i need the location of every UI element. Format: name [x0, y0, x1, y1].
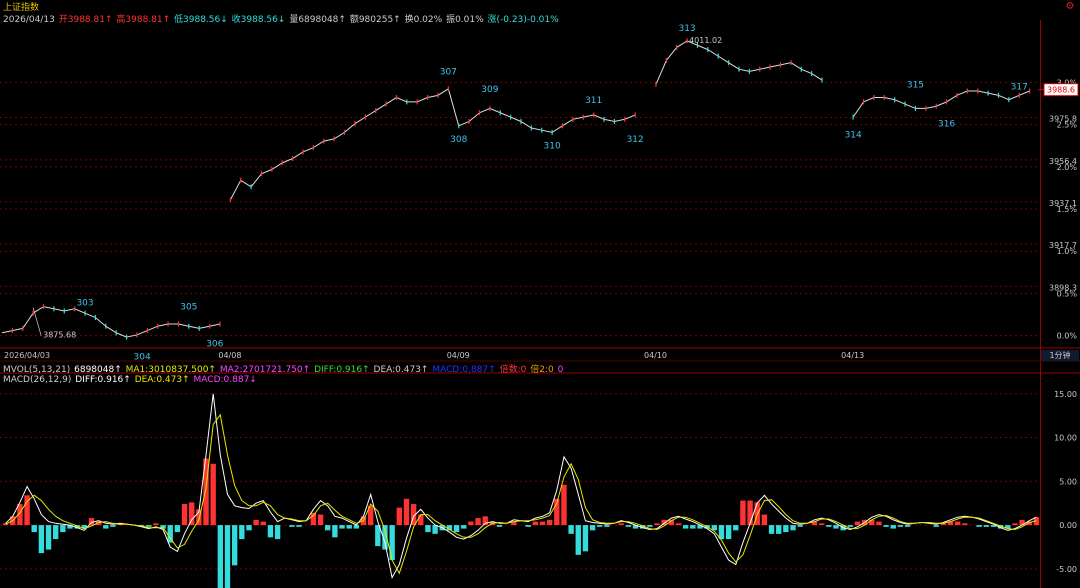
price-wave-label: 306	[206, 340, 223, 350]
price-wave-label: 317	[1011, 83, 1028, 93]
quote-info-bar: 2026/04/13 开3988.81↑ 高3988.81↑ 低3988.56↓…	[3, 12, 560, 25]
quote-amplitude: 振0.01%	[446, 15, 484, 25]
price-line	[1, 40, 1030, 338]
percent-axis-tick: 0.5%	[1057, 289, 1078, 298]
current-price-tag: 3988.6	[1047, 86, 1075, 95]
quote-open: 开3988.81↑	[58, 15, 113, 25]
macd-label: MACD(26,12,9)	[3, 375, 72, 385]
low-price-leader	[32, 307, 42, 336]
quote-amount: 额980255↑	[349, 15, 401, 25]
price-wave-label: 305	[180, 303, 197, 313]
time-unit-tag[interactable]: 1分钟	[1041, 350, 1079, 361]
macd-axis-tick: -5.00	[1056, 565, 1077, 574]
price-wave-label: 313	[678, 24, 695, 34]
chart-canvas[interactable]: 3898.33917.73937.13956.43975.80.0%0.5%1.…	[0, 0, 1080, 588]
price-wave-label: 315	[907, 81, 924, 91]
price-wave-label: 307	[440, 67, 457, 77]
price-wave-label: 316	[938, 120, 955, 130]
mvol-indicator-bar: MVOL(5,13,21) 6898048↑ MA1:3010837.500↑ …	[3, 362, 564, 375]
quote-change: 涨(-0.23)-0.01%	[487, 15, 559, 25]
mvol-macd: MACD:0.887↑	[432, 365, 496, 375]
stock-chart-window: 3898.3 3917.7 3937.1 3956.4 3975.8 0.0% 0.5% 1.…	[0, 0, 1080, 588]
date-axis-label: 04/10	[644, 351, 667, 360]
low-price-label: 3875.68	[43, 331, 76, 340]
macd-dea: DEA:0.473↑	[134, 375, 190, 385]
date-axis-label: 04/13	[841, 351, 864, 360]
percent-axis-tick: 1.0%	[1057, 247, 1078, 256]
price-wave-label: 309	[481, 85, 498, 95]
percent-axis-tick: 2.5%	[1057, 121, 1078, 130]
diff-line	[5, 393, 1037, 580]
high-price-leader	[680, 40, 688, 46]
dea-line	[5, 413, 1037, 575]
price-wave-label: 310	[544, 141, 561, 151]
percent-axis-tick: 0.0%	[1057, 332, 1078, 341]
price-wave-label: 314	[845, 130, 862, 140]
quote-low: 低3988.56↓	[174, 15, 228, 25]
mvol-vol: 6898048↑	[74, 365, 122, 375]
quote-volume: 量6898048↑	[289, 15, 346, 25]
quote-close: 收3988.56↓	[231, 15, 286, 25]
mvol-diff: DIFF:0.916↑	[314, 365, 370, 375]
price-wave-label: 312	[627, 135, 644, 145]
percent-axis-tick: 2.0%	[1057, 163, 1078, 172]
date-axis-label: 04/09	[447, 351, 470, 360]
mvol-ma1: MA1:3010837.500↑	[125, 365, 216, 375]
date-axis-label: 04/08	[218, 351, 241, 360]
macd-axis-tick: 15.00	[1054, 390, 1077, 399]
mvol-zero: 0	[557, 365, 564, 375]
mvol-dir2: 倍2:0	[530, 365, 554, 375]
percent-axis-tick: 1.5%	[1057, 205, 1078, 214]
mvol-ma2: MA2:2701721.750↑	[219, 365, 311, 375]
price-wave-label: 308	[450, 135, 467, 145]
macd-value: MACD:0.887↓	[193, 375, 257, 385]
gear-icon[interactable]: ⚙	[1064, 1, 1076, 13]
macd-axis-tick: 0.00	[1059, 521, 1077, 530]
price-wave-label: 311	[585, 96, 602, 106]
quote-high: 高3988.81↑	[116, 15, 171, 25]
mvol-dea: DEA:0.473↑	[373, 365, 429, 375]
macd-axis-tick: 10.00	[1054, 434, 1077, 443]
macd-indicator-bar: MACD(26,12,9) DIFF:0.916↑ DEA:0.473↑ MAC…	[3, 375, 258, 385]
quote-turnover: 换0.02%	[404, 15, 443, 25]
price-wave-label: 303	[76, 298, 93, 308]
macd-axis-tick: 5.00	[1059, 477, 1077, 486]
mvol-dir: 倍数:0	[499, 365, 527, 375]
quote-date: 2026/04/13	[3, 15, 55, 25]
mvol-label: MVOL(5,13,21)	[3, 365, 71, 375]
date-axis-label: 2026/04/03	[4, 351, 50, 360]
high-price-label: 4011.02	[689, 36, 722, 45]
macd-diff: DIFF:0.916↑	[75, 375, 131, 385]
